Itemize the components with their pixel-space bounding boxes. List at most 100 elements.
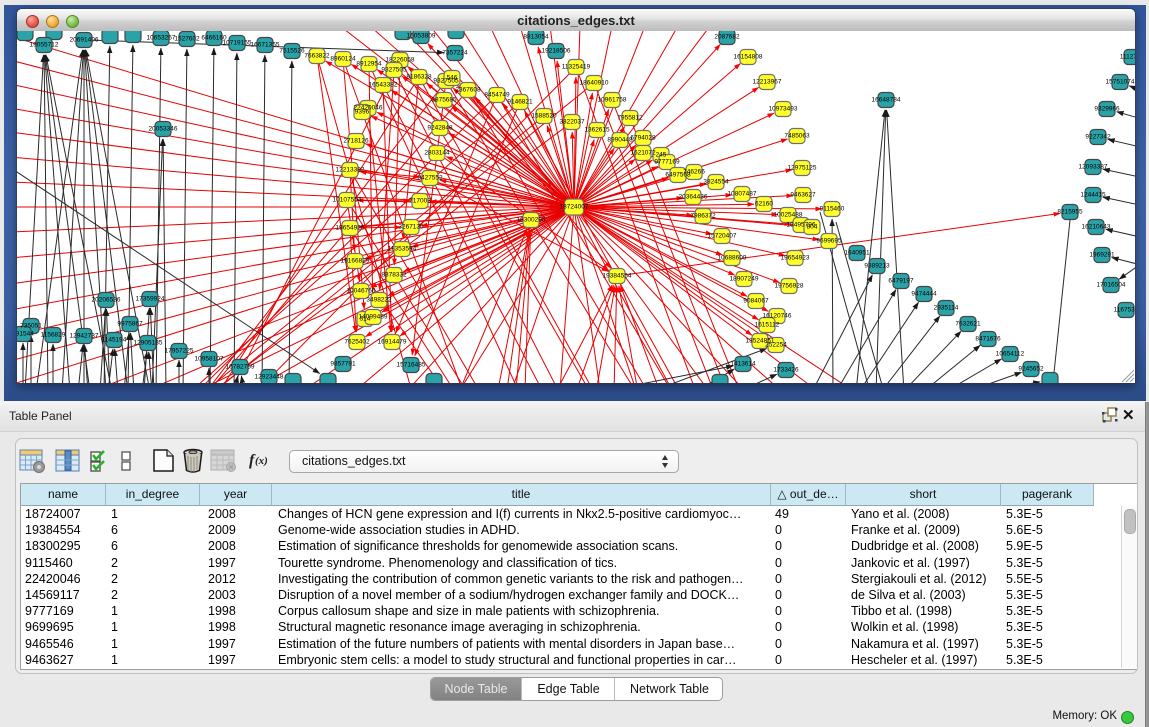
svg-text:717003: 717003 (409, 198, 431, 205)
svg-text:1733426: 1733426 (773, 367, 799, 374)
svg-text:1244415: 1244415 (1080, 192, 1106, 199)
svg-text:2367608: 2367608 (455, 87, 481, 94)
svg-text:17016504: 17016504 (1097, 282, 1126, 289)
svg-text:3875685: 3875685 (431, 97, 457, 104)
svg-text:2718126: 2718126 (343, 138, 369, 145)
svg-text:9857791: 9857791 (330, 361, 356, 368)
svg-text:9084067: 9084067 (743, 298, 769, 305)
svg-text:2087682: 2087682 (714, 34, 740, 41)
svg-text:16648784: 16648784 (872, 97, 901, 104)
svg-text:1156829: 1156829 (41, 332, 66, 339)
svg-text:2803144: 2803144 (424, 150, 450, 157)
svg-text:18640910: 18640910 (580, 80, 609, 87)
svg-text:12905135: 12905135 (134, 340, 163, 347)
svg-text:19384554: 19384554 (603, 273, 632, 280)
svg-text:391544: 391544 (17, 331, 34, 338)
svg-text:18724007: 18724007 (560, 204, 589, 211)
svg-text:10688609: 10688609 (718, 255, 747, 262)
svg-text:1588520: 1588520 (531, 113, 557, 120)
svg-text:10958107: 10958107 (195, 356, 224, 363)
svg-text:2935114: 2935114 (934, 305, 959, 312)
svg-text:10107554: 10107554 (333, 197, 362, 204)
svg-text:15716485: 15716485 (397, 362, 426, 369)
svg-text:245: 245 (656, 152, 667, 159)
svg-text:16120746: 16120746 (763, 313, 792, 320)
svg-text:10807487: 10807487 (728, 191, 757, 198)
svg-text:15751074: 15751074 (1106, 79, 1135, 86)
svg-text:6479197: 6479197 (888, 278, 914, 285)
svg-text:12942737: 12942737 (70, 333, 99, 340)
svg-text:19756928: 19756928 (775, 283, 804, 290)
svg-text:18226058: 18226058 (386, 57, 415, 64)
svg-text:1527602: 1527602 (174, 36, 200, 43)
svg-text:18300295: 18300295 (517, 217, 546, 224)
svg-text:1969291: 1969291 (1089, 252, 1115, 259)
svg-text:7485063: 7485063 (784, 133, 810, 140)
svg-text:62160: 62160 (755, 201, 773, 208)
svg-text:3824554: 3824554 (703, 179, 729, 186)
svg-text:9975867: 9975867 (117, 321, 143, 328)
svg-text:18907249: 18907249 (730, 276, 759, 283)
svg-text:10973493: 10973493 (769, 106, 798, 113)
svg-text:9146821: 9146821 (507, 99, 533, 106)
svg-text:19218506: 19218506 (542, 48, 571, 55)
svg-text:8215955: 8215955 (1057, 209, 1083, 216)
svg-text:8454749: 8454749 (484, 92, 510, 99)
svg-text:19654925: 19654925 (336, 225, 365, 232)
svg-text:8427552: 8427552 (417, 175, 443, 182)
svg-text:9245652: 9245652 (1018, 366, 1044, 373)
svg-text:10653267: 10653267 (147, 35, 176, 42)
svg-text:16543382: 16543382 (369, 82, 398, 89)
svg-text:16154808: 16154808 (734, 54, 763, 61)
svg-text:16914479: 16914479 (378, 339, 407, 346)
svg-text:9777169: 9777169 (654, 159, 680, 166)
svg-text:20053346: 20053346 (149, 126, 178, 133)
svg-text:9474444: 9474444 (911, 291, 937, 298)
svg-text:8471676: 8471676 (975, 336, 1001, 343)
svg-text:1167534: 1167534 (1114, 307, 1135, 314)
svg-text:3498222: 3498222 (366, 297, 392, 304)
svg-text:8813054: 8813054 (523, 34, 549, 41)
svg-text:9242848: 9242848 (427, 125, 453, 132)
svg-text:8186328: 8186328 (406, 74, 432, 81)
svg-text:9115460: 9115460 (820, 206, 845, 213)
svg-text:7515526: 7515526 (279, 48, 305, 55)
svg-text:1615112: 1615112 (755, 322, 780, 329)
svg-text:7632621: 7632621 (955, 321, 981, 328)
svg-text:11353594: 11353594 (388, 246, 417, 253)
svg-text:7663822: 7663822 (304, 53, 330, 60)
svg-text:17957225: 17957225 (165, 348, 194, 355)
svg-text:19166829: 19166829 (341, 258, 370, 265)
svg-text:16210643: 16210643 (1082, 224, 1111, 231)
svg-text:8912954: 8912954 (356, 61, 382, 68)
svg-text:3822037: 3822037 (559, 119, 585, 126)
svg-text:7625402: 7625402 (344, 339, 370, 346)
svg-text:17359924: 17359924 (136, 296, 165, 303)
svg-text:7357224: 7357224 (442, 50, 468, 57)
svg-text:746266: 746266 (683, 169, 705, 176)
svg-text:12923448: 12923448 (255, 374, 284, 381)
svg-text:16053809: 16053809 (407, 33, 436, 40)
svg-text:1621072: 1621072 (630, 150, 656, 157)
svg-text:9463627: 9463627 (790, 192, 816, 199)
svg-text:14099489: 14099489 (359, 314, 388, 321)
svg-text:9227342: 9227342 (1085, 134, 1111, 141)
svg-text:(x): (x) (255, 455, 268, 467)
svg-text:11325419: 11325419 (562, 64, 591, 71)
svg-text:9329966: 9329966 (1094, 106, 1120, 113)
svg-text:9389213: 9389213 (864, 263, 890, 270)
svg-text:9699695: 9699695 (816, 238, 842, 245)
svg-text:16671355: 16671355 (251, 42, 280, 49)
svg-text:252254: 252254 (765, 342, 787, 349)
svg-text:9327505: 9327505 (381, 67, 407, 74)
svg-text:6794028: 6794028 (630, 135, 656, 142)
svg-text:1112753: 1112753 (1120, 54, 1135, 61)
svg-text:15720407: 15720407 (708, 233, 737, 240)
svg-text:12975125: 12975125 (788, 165, 817, 172)
svg-text:10654112: 10654112 (996, 351, 1025, 358)
svg-text:1362615: 1362615 (584, 127, 610, 134)
svg-text:19654923: 19654923 (781, 255, 810, 262)
svg-text:735051: 735051 (20, 323, 42, 330)
svg-text:16782759: 16782759 (226, 364, 255, 371)
svg-text:804: 804 (807, 224, 818, 231)
